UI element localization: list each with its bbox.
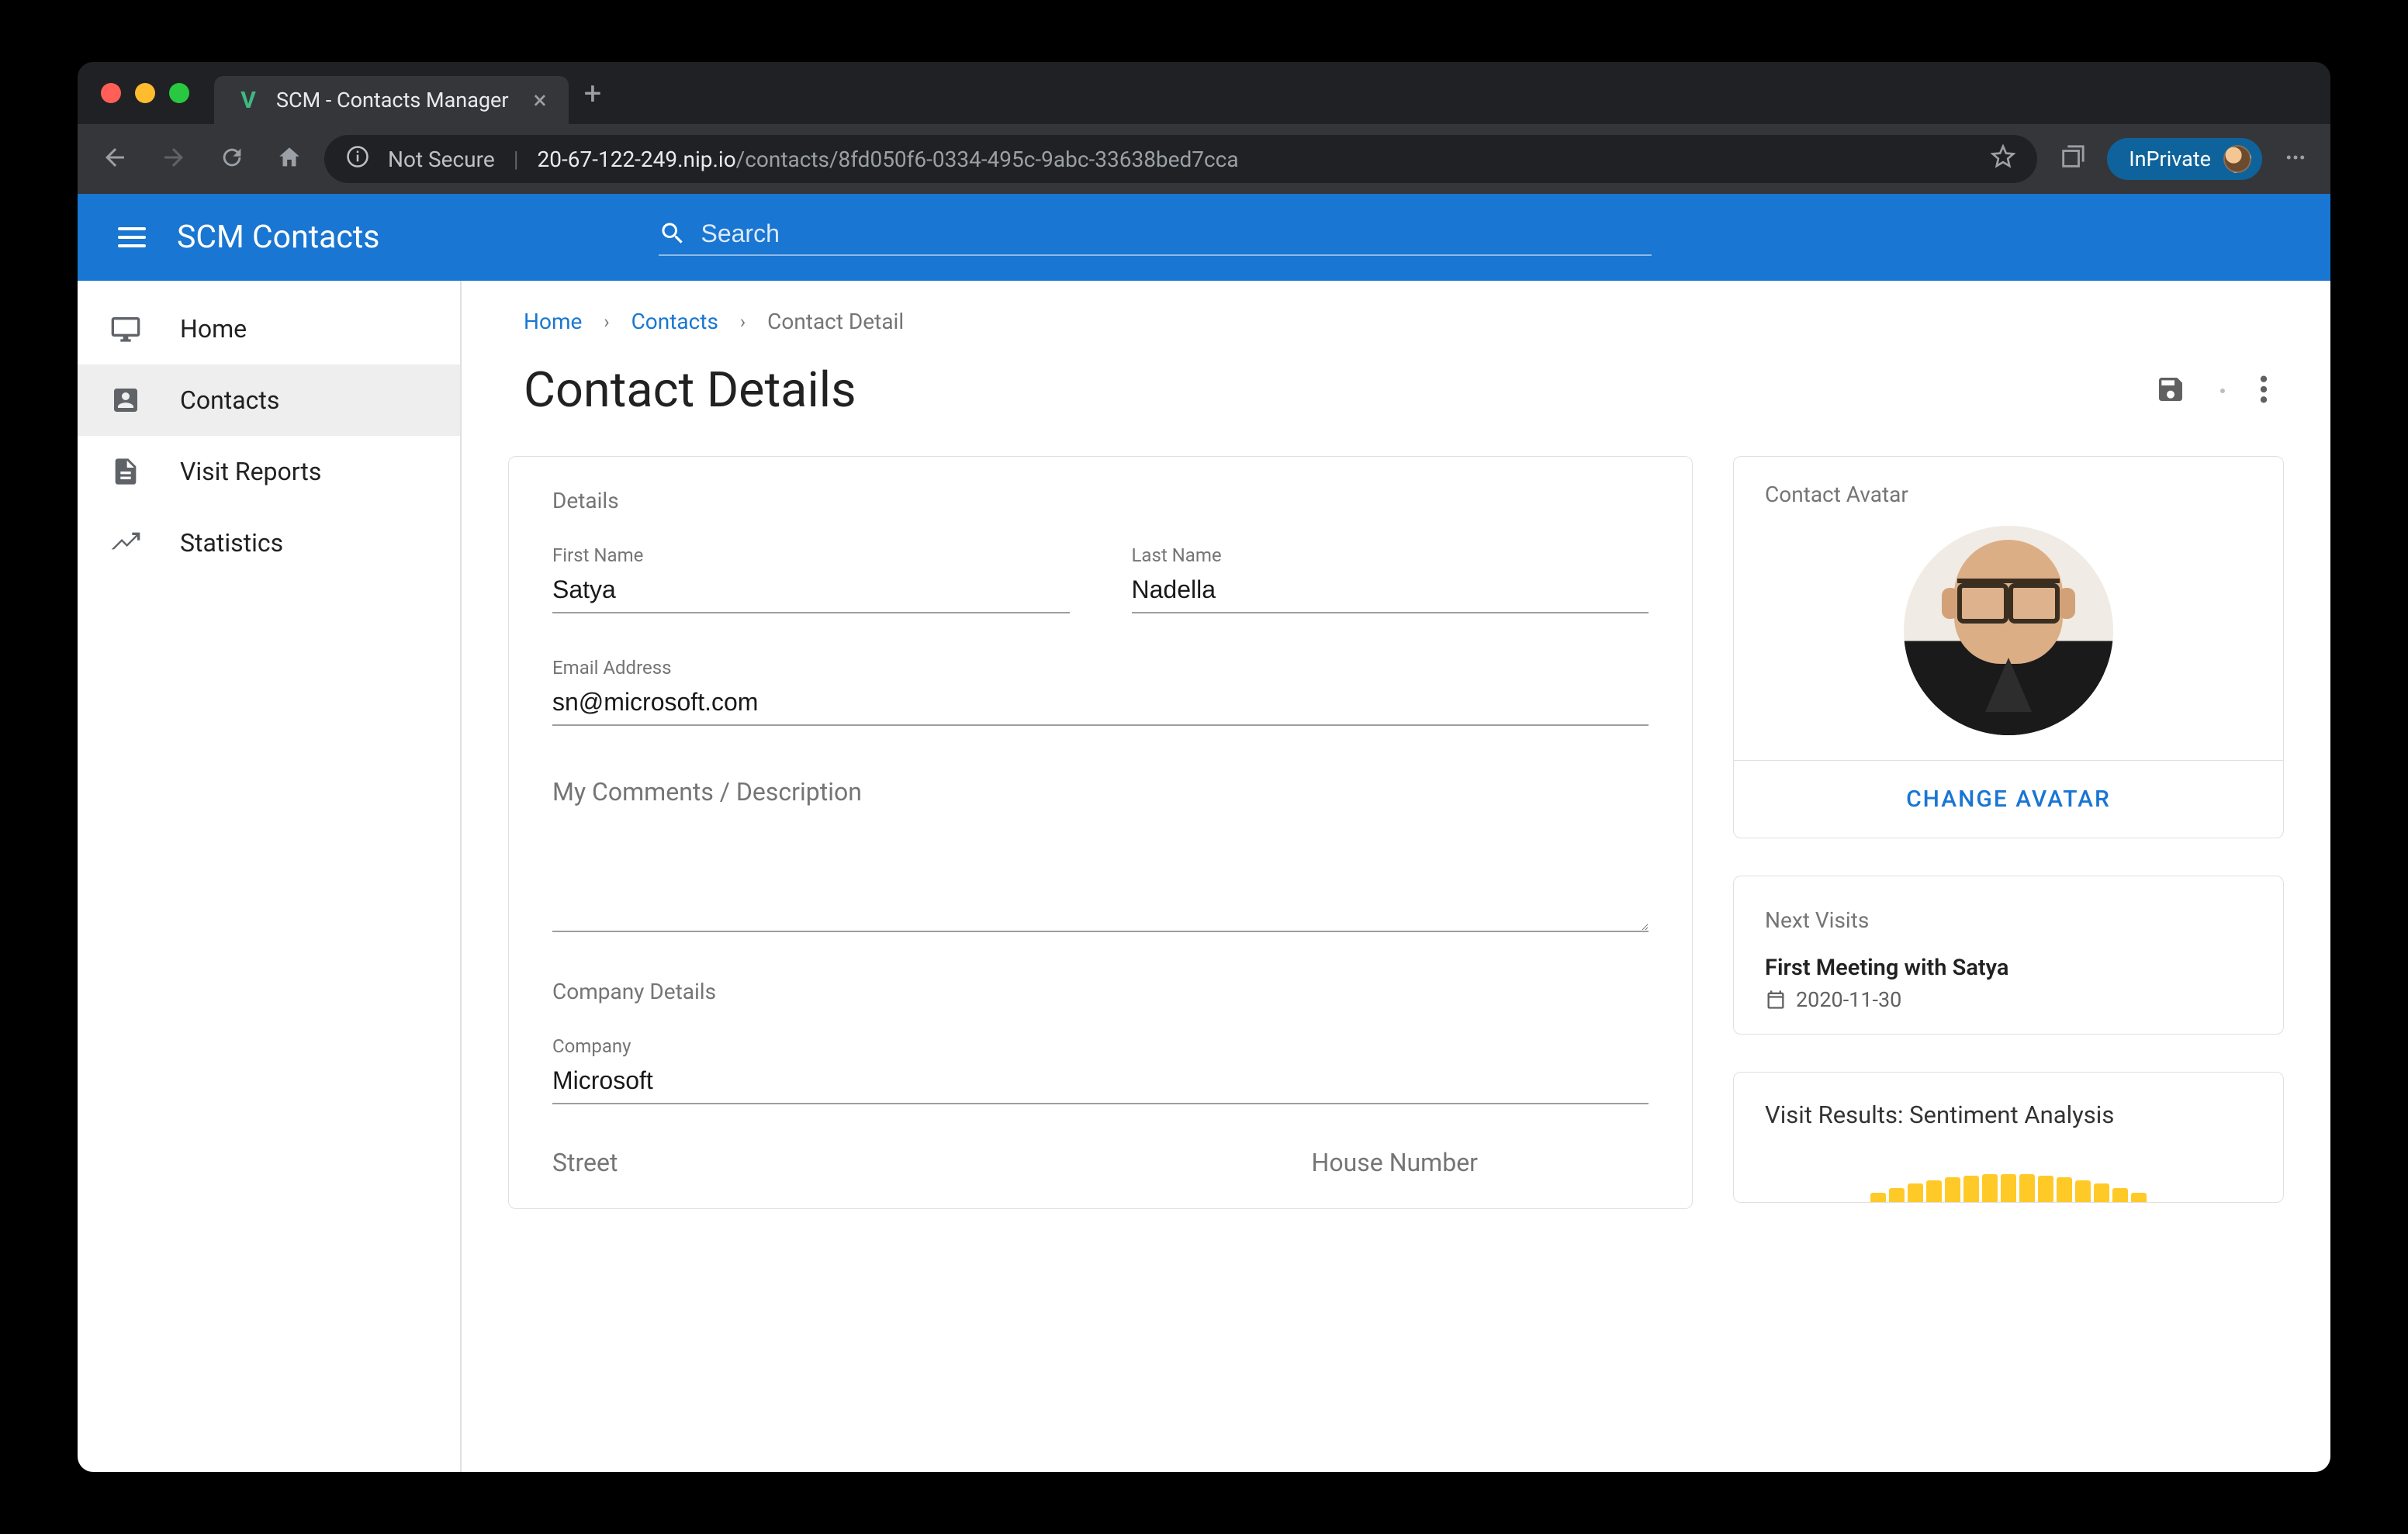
search-icon [659, 219, 687, 247]
sidebar-item-contacts[interactable]: Contacts [78, 364, 460, 436]
window-controls [101, 83, 189, 103]
breadcrumb: Home › Contacts › Contact Detail [462, 302, 2330, 362]
app-root: SCM Contacts Home Contacts Visit Re [78, 194, 2330, 1472]
comments-input[interactable] [552, 769, 1649, 932]
app-header: SCM Contacts [78, 194, 2330, 281]
browser-tab-bar: V SCM - Contacts Manager × + [78, 62, 2330, 124]
sidebar-item-home[interactable]: Home [78, 293, 460, 364]
details-section-label: Details [552, 488, 1649, 513]
email-field: Email Address [552, 657, 1649, 726]
home-button[interactable] [276, 144, 303, 174]
right-column: Contact Avatar CHANGE AVATAR [1733, 456, 2284, 1209]
comments-field [552, 769, 1649, 932]
back-button[interactable] [101, 143, 129, 174]
street-label: Street [552, 1148, 618, 1177]
change-avatar-button[interactable]: CHANGE AVATAR [1765, 761, 2252, 838]
collections-icon[interactable] [2059, 144, 2085, 174]
sidebar-item-label: Visit Reports [180, 457, 321, 486]
last-name-label: Last Name [1132, 544, 1649, 566]
last-name-input[interactable] [1132, 571, 1649, 613]
inprivate-label: InPrivate [2129, 147, 2211, 171]
sidebar-item-label: Statistics [180, 528, 283, 558]
sidebar-item-visit-reports[interactable]: Visit Reports [78, 436, 460, 507]
visit-item[interactable]: First Meeting with Satya 2020-11-30 [1765, 955, 2252, 1012]
forward-button [160, 143, 188, 174]
company-section-label: Company Details [552, 979, 1649, 1004]
browser-window: V SCM - Contacts Manager × + Not Secure … [78, 62, 2330, 1472]
next-visits-card: Next Visits First Meeting with Satya 202… [1733, 876, 2284, 1035]
favorite-icon[interactable] [1991, 144, 2015, 174]
info-icon[interactable] [346, 145, 369, 174]
url-text: 20-67-122-249.nip.io/contacts/8fd050f6-0… [538, 147, 1239, 172]
tab-close-icon[interactable]: × [534, 85, 547, 115]
window-maximize-icon[interactable] [169, 83, 189, 103]
next-visits-label: Next Visits [1765, 907, 2252, 933]
company-field: Company [552, 1035, 1649, 1104]
monitor-icon [109, 312, 143, 346]
sidebar-item-label: Contacts [180, 385, 279, 415]
tab-title: SCM - Contacts Manager [276, 88, 509, 112]
browser-toolbar: Not Secure | 20-67-122-249.nip.io/contac… [78, 124, 2330, 194]
left-column: Details First Name Last Name [508, 456, 1693, 1209]
email-label: Email Address [552, 657, 1649, 679]
visit-title: First Meeting with Satya [1765, 955, 2252, 981]
company-input[interactable] [552, 1062, 1649, 1104]
contacts-icon [109, 383, 143, 417]
visit-date: 2020-11-30 [1796, 987, 1901, 1012]
chevron-right-icon: › [740, 311, 746, 333]
visit-date-row: 2020-11-30 [1765, 987, 2252, 1012]
details-card: Details First Name Last Name [508, 456, 1693, 1209]
window-minimize-icon[interactable] [135, 83, 155, 103]
search-input[interactable] [701, 219, 1652, 248]
page-actions [2155, 374, 2268, 408]
document-icon [109, 454, 143, 489]
sentiment-card: Visit Results: Sentiment Analysis [1733, 1072, 2284, 1203]
save-button[interactable] [2155, 374, 2186, 408]
page-title: Contact Details [524, 362, 856, 419]
chart-icon [109, 526, 143, 560]
house-number-label: House Number [1312, 1148, 1478, 1177]
inprivate-badge[interactable]: InPrivate [2107, 138, 2262, 180]
search-field[interactable] [659, 219, 1652, 256]
menu-toggle-button[interactable] [109, 218, 155, 257]
company-label: Company [552, 1035, 1649, 1057]
breadcrumb-home[interactable]: Home [524, 309, 582, 334]
toolbar-right: InPrivate [2059, 138, 2307, 180]
sidebar-item-statistics[interactable]: Statistics [78, 507, 460, 579]
first-name-label: First Name [552, 544, 1070, 566]
page-header: Contact Details [462, 362, 2330, 456]
contact-avatar [1904, 526, 2113, 735]
window-close-icon[interactable] [101, 83, 121, 103]
last-name-field: Last Name [1132, 544, 1649, 613]
avatar-card: Contact Avatar CHANGE AVATAR [1733, 456, 2284, 838]
app-body: Home Contacts Visit Reports Statistics [78, 281, 2330, 1472]
chevron-right-icon: › [604, 311, 609, 333]
first-name-input[interactable] [552, 571, 1070, 613]
app-title: SCM Contacts [177, 219, 379, 256]
breadcrumb-contacts[interactable]: Contacts [631, 309, 718, 334]
vue-favicon-icon: V [236, 88, 261, 112]
email-input[interactable] [552, 683, 1649, 726]
breadcrumb-current: Contact Detail [767, 309, 904, 334]
first-name-field: First Name [552, 544, 1070, 613]
content-grid: Details First Name Last Name [462, 456, 2330, 1209]
more-button[interactable] [2259, 374, 2268, 408]
browser-tab[interactable]: V SCM - Contacts Manager × [214, 76, 569, 124]
main-content: Home › Contacts › Contact Detail Contact… [462, 281, 2330, 1472]
nav-buttons [101, 143, 303, 174]
security-status: Not Secure [388, 147, 495, 172]
sidebar: Home Contacts Visit Reports Statistics [78, 281, 462, 1472]
menu-icon[interactable] [2284, 146, 2307, 172]
profile-avatar-icon [2223, 145, 2251, 173]
calendar-icon [1765, 989, 1787, 1011]
address-bar[interactable]: Not Secure | 20-67-122-249.nip.io/contac… [324, 135, 2037, 183]
sentiment-chart [1765, 1148, 2252, 1202]
refresh-button[interactable] [219, 144, 245, 174]
separator-dot [2220, 389, 2225, 393]
sentiment-title: Visit Results: Sentiment Analysis [1765, 1100, 2252, 1129]
sidebar-item-label: Home [180, 314, 247, 344]
avatar-card-label: Contact Avatar [1765, 482, 2252, 507]
new-tab-button[interactable]: + [584, 75, 602, 112]
